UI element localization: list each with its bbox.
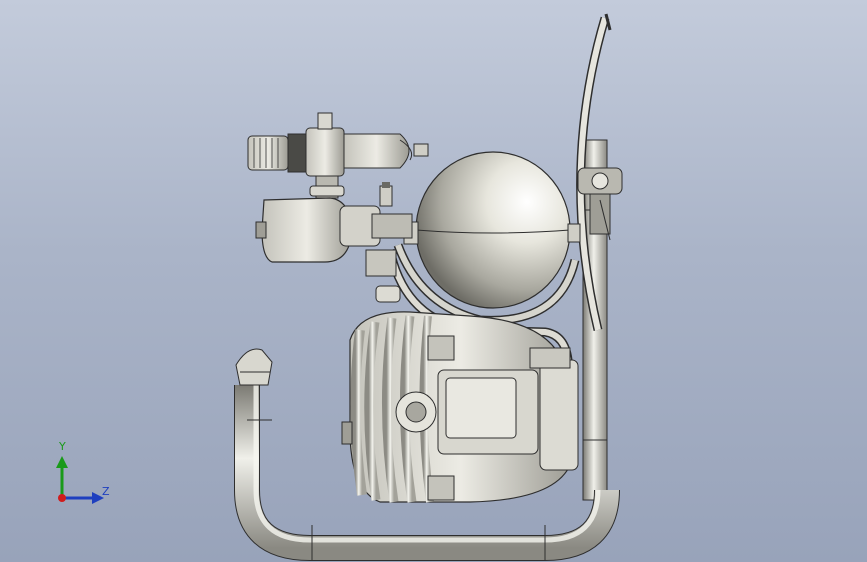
pressure-switch[interactable] (255, 182, 413, 303)
triad-y-label: Y (59, 440, 66, 453)
triad-z-label: Z (102, 485, 110, 498)
triad-labels: Y Z (50, 440, 120, 510)
pressure-regulator[interactable] (247, 112, 429, 199)
air-tank[interactable] (403, 151, 581, 309)
compressor-motor[interactable] (341, 311, 579, 503)
compressor-model[interactable] (0, 0, 867, 562)
graphics-viewport[interactable]: Y Z (0, 0, 867, 562)
